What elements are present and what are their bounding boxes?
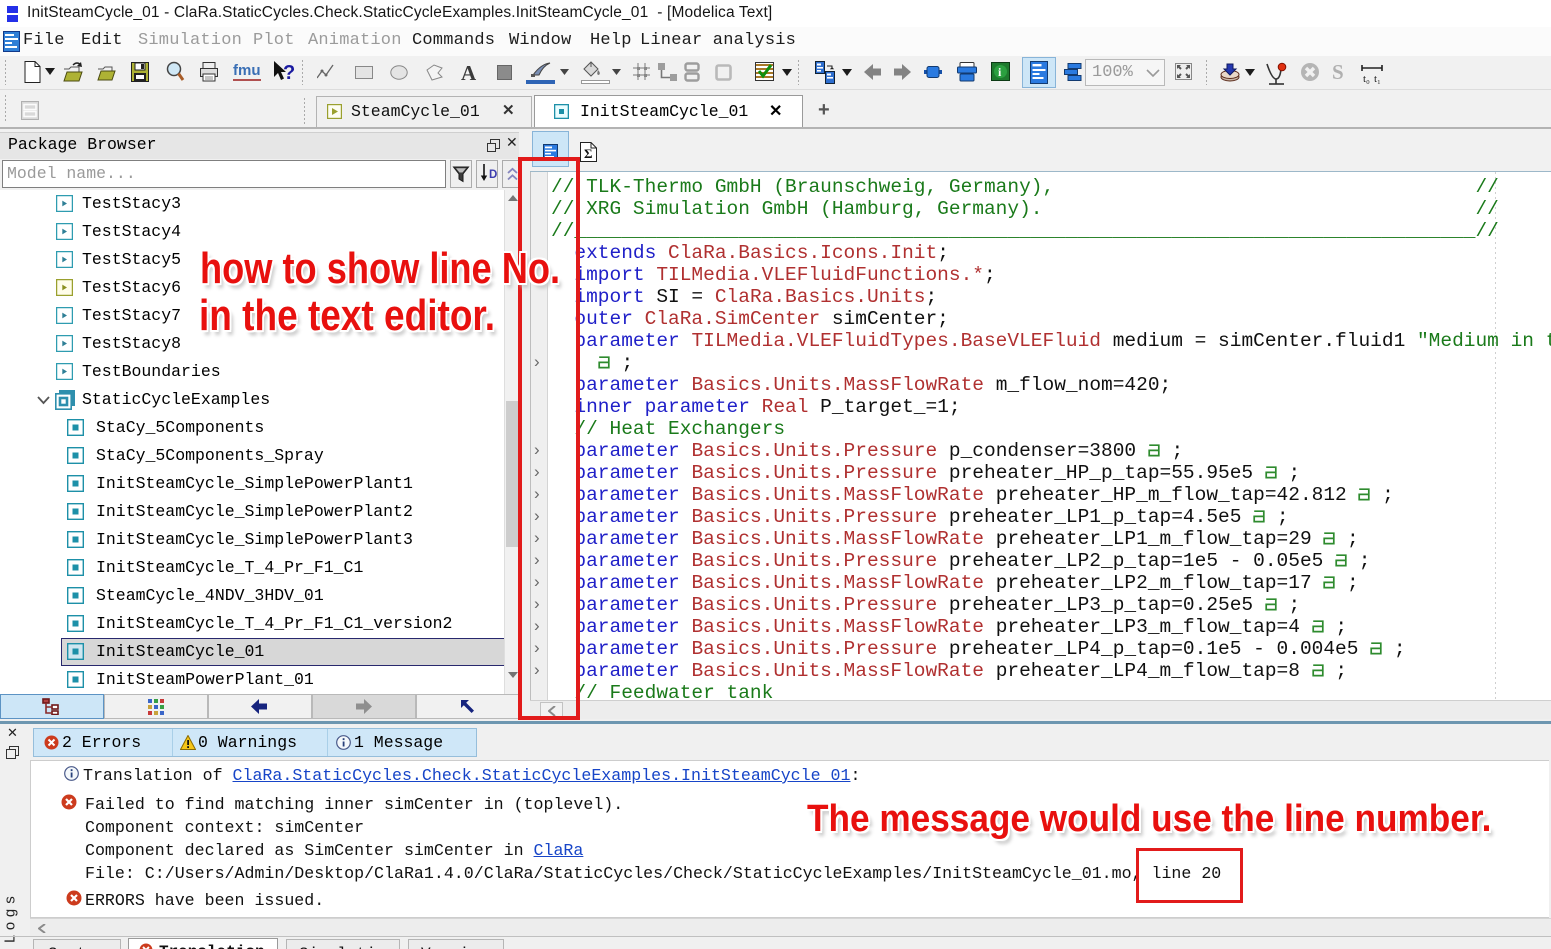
svg-text:t₁: t₁ bbox=[1374, 73, 1381, 84]
svg-text:t₀: t₀ bbox=[1363, 73, 1370, 84]
svg-text:Σ: Σ bbox=[584, 146, 593, 161]
svg-text:?: ? bbox=[283, 62, 295, 84]
svg-text:D: D bbox=[489, 169, 497, 181]
